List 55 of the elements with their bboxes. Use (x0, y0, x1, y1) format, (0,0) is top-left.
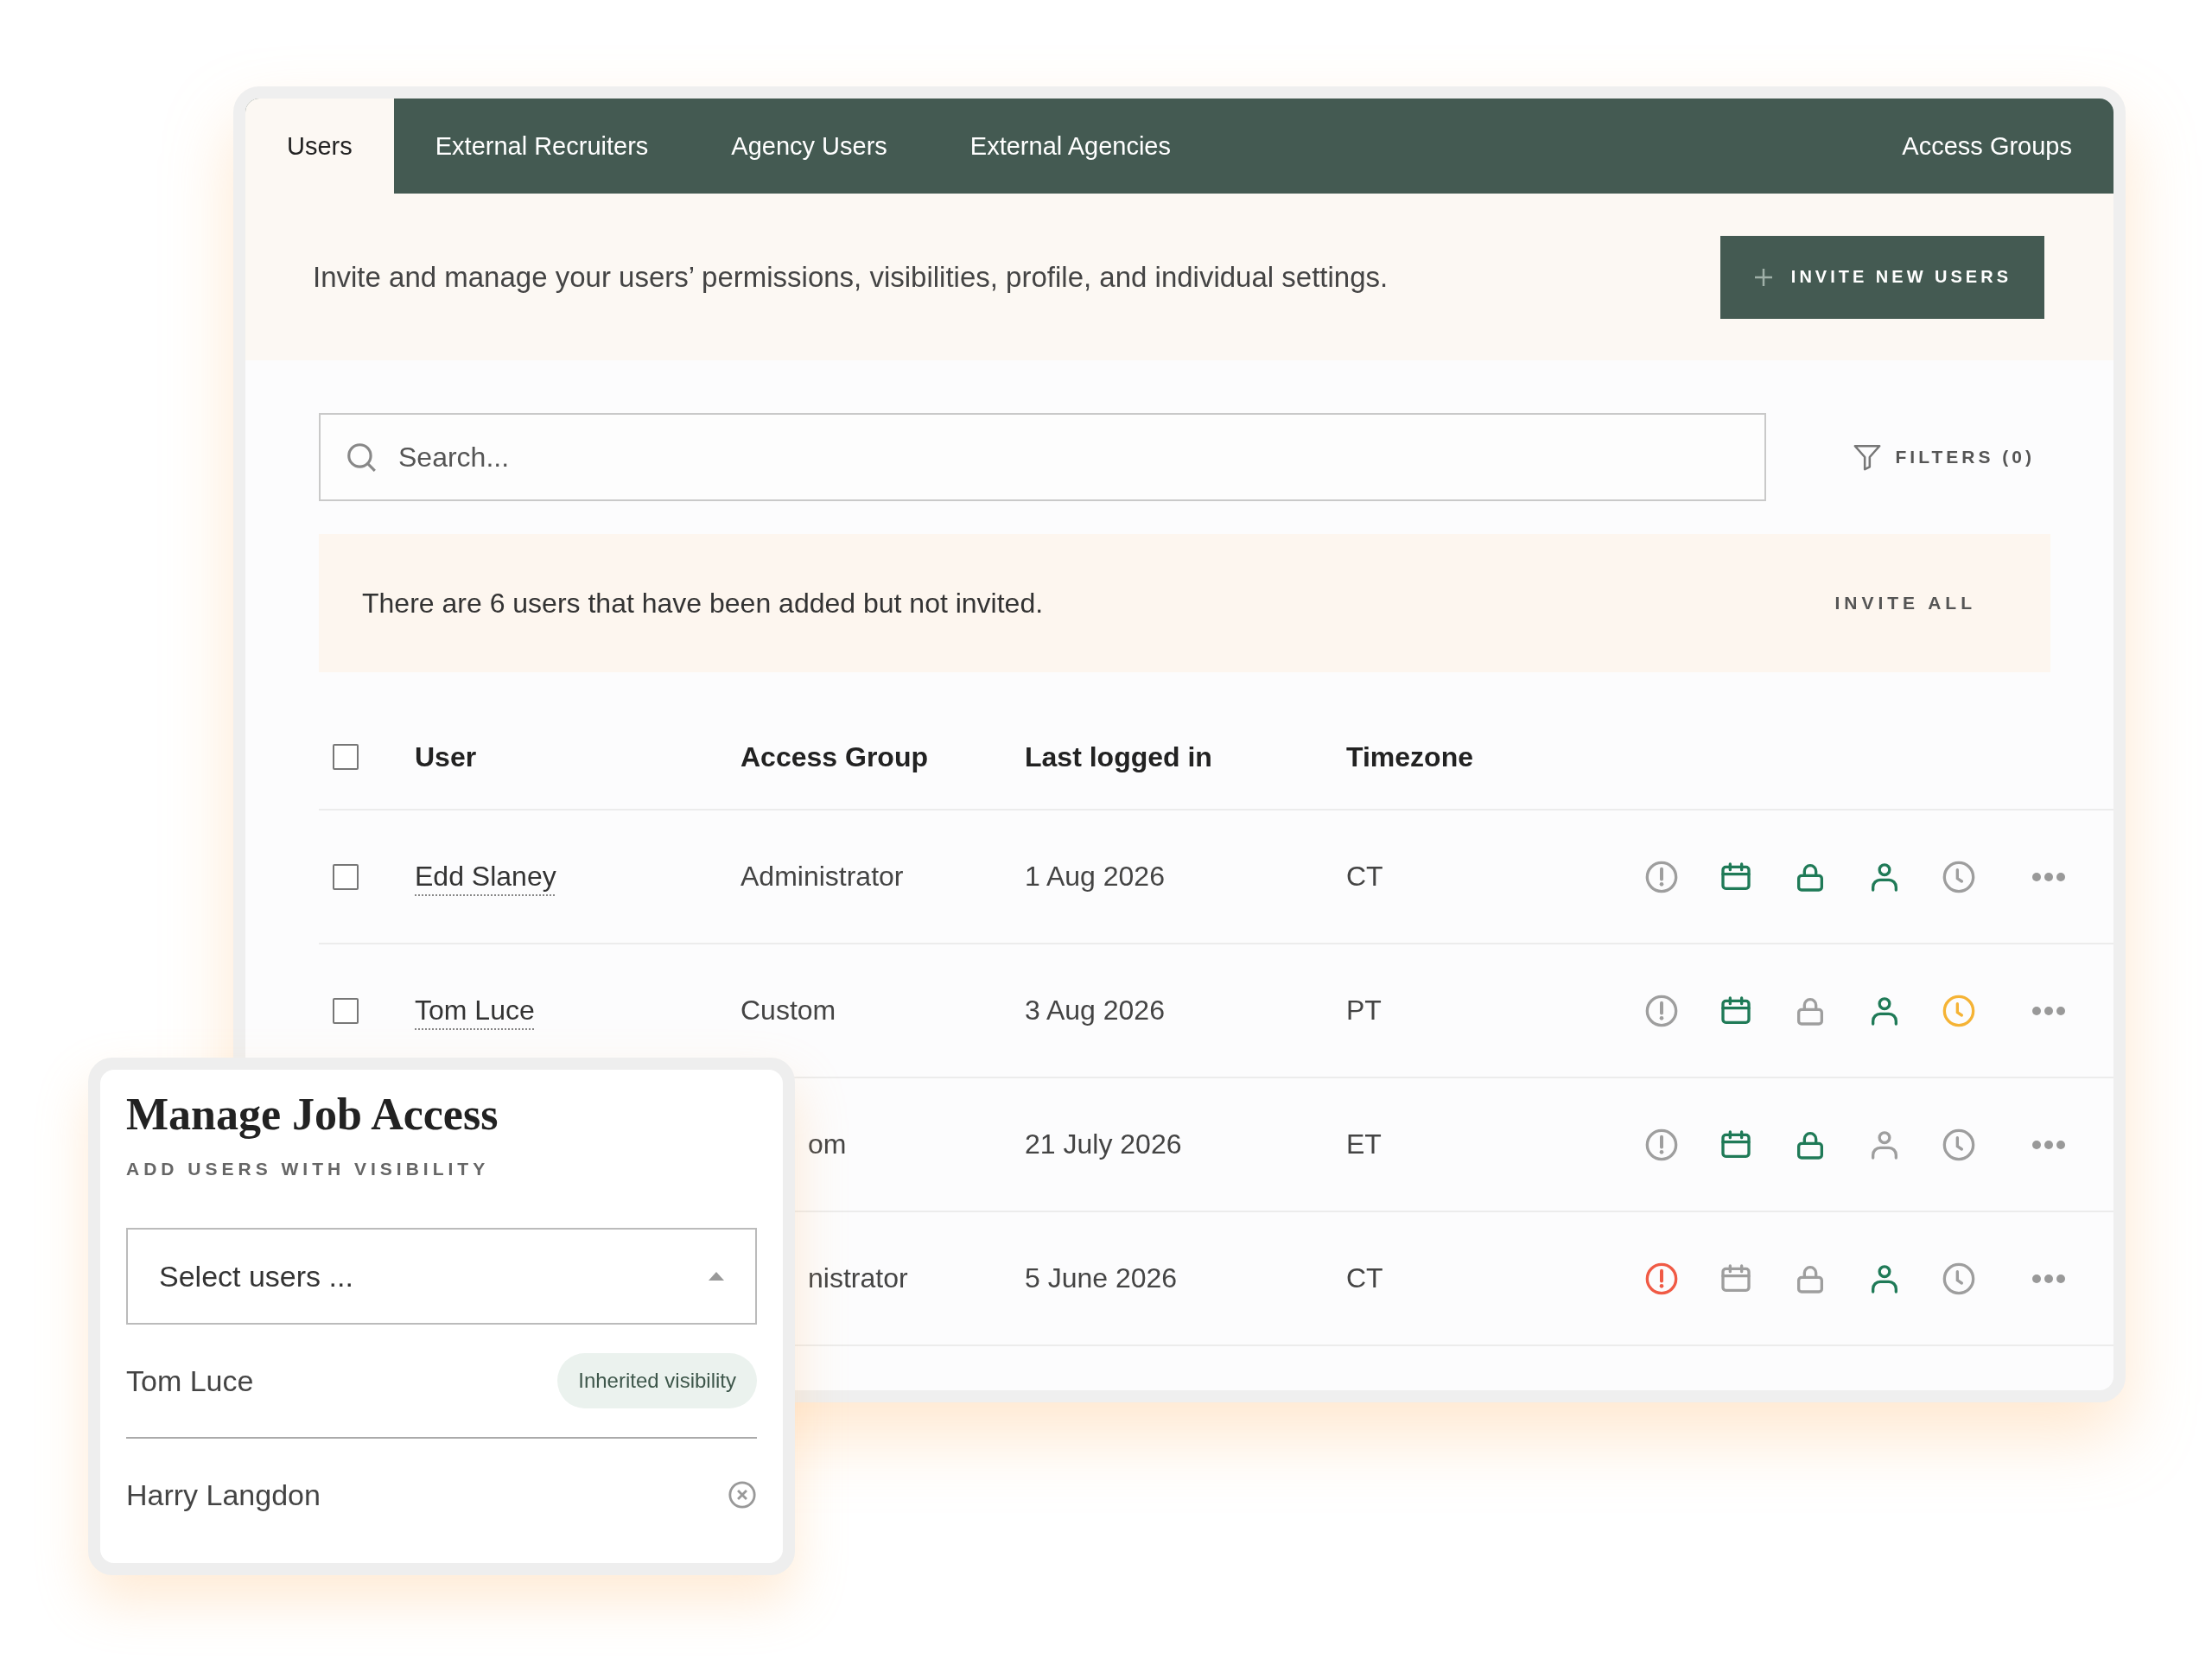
filters-button[interactable]: FILTERS (0) (1847, 442, 2040, 473)
timezone-text: CT (1346, 861, 1383, 892)
select-all-checkbox[interactable] (333, 744, 359, 770)
more-icon[interactable] (2031, 1139, 2066, 1150)
caret-icon (709, 1272, 724, 1281)
select-users-dropdown[interactable]: Select users ... (126, 1228, 757, 1325)
notice-text: There are 6 users that have been added but not invited. (362, 587, 1044, 620)
user-name: Tom Luce (126, 1363, 254, 1398)
access-group-text: om (808, 1128, 847, 1160)
date-text: 1 Aug 2026 (1025, 861, 1165, 892)
column-header: Timezone (1346, 741, 1474, 773)
date-text: 3 Aug 2026 (1025, 995, 1165, 1026)
column-header: Access Group (741, 741, 929, 773)
timezone-text: ET (1346, 1128, 1382, 1160)
row-checkbox[interactable] (333, 863, 359, 890)
panel-title: Manage Job Access (126, 1089, 499, 1140)
tab[interactable]: External Agencies (928, 99, 1212, 194)
tab[interactable]: Access Groups (1860, 99, 2113, 194)
timezone-text: CT (1346, 1262, 1383, 1294)
clock-icon[interactable] (1942, 859, 1976, 894)
user-name-link[interactable]: Tom Luce (415, 995, 535, 1026)
date-text: 21 July 2026 (1025, 1128, 1182, 1160)
row-checkbox[interactable] (333, 997, 359, 1024)
tab[interactable]: Users (245, 99, 394, 194)
invite-all-button[interactable]: INVITE ALL (1829, 592, 1981, 614)
clock-icon[interactable] (1942, 1261, 1976, 1296)
remove-icon[interactable] (728, 1480, 757, 1510)
date-text: 5 June 2026 (1025, 1262, 1178, 1294)
tab[interactable]: External Recruiters (393, 99, 690, 194)
filter-icon (1852, 442, 1882, 472)
plus-icon (1752, 266, 1774, 288)
alert-icon[interactable] (1644, 859, 1679, 894)
user-name: Harry Langdon (126, 1478, 321, 1512)
clock-icon[interactable] (1942, 993, 1976, 1028)
alert-icon[interactable] (1644, 993, 1679, 1028)
access-group-text: Custom (741, 995, 836, 1026)
clock-icon[interactable] (1942, 1127, 1976, 1162)
invite-new-users-button[interactable]: INVITE NEW USERS (1719, 235, 2044, 319)
alert-icon[interactable] (1644, 1127, 1679, 1162)
search-icon (345, 441, 378, 474)
column-header: Last logged in (1025, 741, 1213, 773)
intro-text: Invite and manage your users’ permissions, visibilities, profile, and individual settings. (313, 260, 1389, 294)
more-icon[interactable] (2031, 1273, 2066, 1284)
more-icon[interactable] (2031, 1005, 2066, 1016)
inherited-badge: Inherited visibility (557, 1353, 757, 1408)
panel-subtitle: ADD USERS WITH VISIBILITY (126, 1159, 491, 1179)
alert-icon[interactable] (1644, 1261, 1679, 1296)
column-header: User (415, 741, 478, 773)
timezone-text: PT (1346, 995, 1382, 1026)
tab[interactable]: Agency Users (690, 99, 929, 194)
user-name-link[interactable]: Edd Slaney (415, 861, 556, 892)
access-group-text: Administrator (741, 861, 904, 892)
access-group-text: nistrator (808, 1262, 908, 1294)
more-icon[interactable] (2031, 871, 2066, 882)
search-field[interactable]: Search... (319, 413, 1766, 501)
